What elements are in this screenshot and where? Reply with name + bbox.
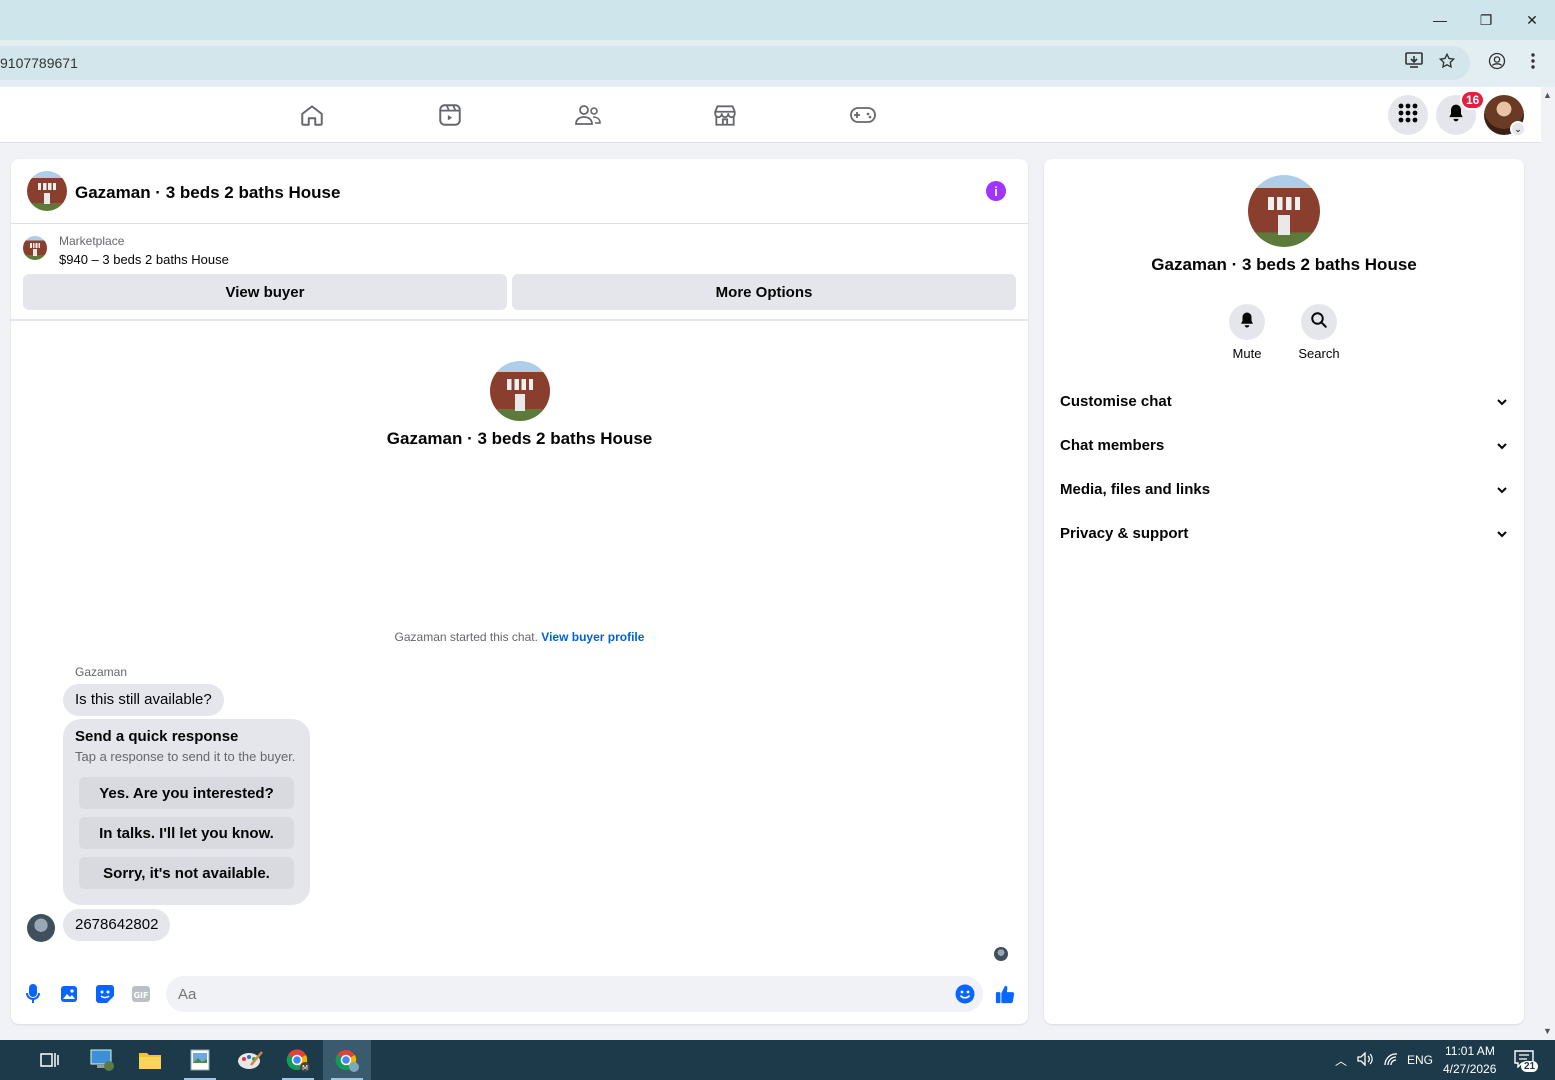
quick-response-option[interactable]: In talks. I'll let you know. [79, 817, 294, 849]
photos-app-icon[interactable] [176, 1040, 224, 1080]
chat-started-notice: Gazaman started this chat. View buyer pr… [11, 630, 1028, 644]
message-bubble[interactable]: 2678642802 [63, 909, 171, 941]
gif-icon[interactable]: GIF [131, 984, 151, 1004]
section-label: Chat members [1060, 436, 1165, 454]
chat-panel: Gazaman · 3 beds 2 baths House i Marketp… [11, 159, 1028, 1024]
browser-titlebar: — ❐ ✕ [0, 0, 1555, 40]
microphone-icon[interactable] [23, 984, 43, 1004]
friends-icon[interactable] [574, 101, 602, 129]
chat-center-name: Gazaman · 3 beds 2 baths House [386, 429, 653, 448]
info-name: Gazaman · 3 beds 2 baths House [1151, 255, 1417, 274]
quick-response-option[interactable]: Yes. Are you interested? [79, 777, 294, 809]
quick-response-card: Send a quick response Tap a response to … [63, 719, 310, 905]
message-composer: GIF [11, 972, 1028, 1016]
seen-receipt-avatar [994, 947, 1008, 961]
mute-label: Mute [1232, 346, 1262, 361]
info-avatar[interactable] [1248, 175, 1320, 247]
scroll-down-arrow[interactable]: ▼ [1543, 1026, 1552, 1036]
chat-title[interactable]: Gazaman · 3 beds 2 baths House [75, 183, 340, 203]
marketplace-label: Marketplace [59, 234, 125, 248]
chrome-profile-m-icon[interactable]: M [274, 1040, 322, 1080]
listing-thumbnail [23, 236, 47, 260]
paint-app-icon[interactable] [226, 1040, 274, 1080]
clock-time[interactable]: 11:01 AM [1445, 1044, 1495, 1058]
this-pc-icon[interactable] [78, 1040, 126, 1080]
chrome-active-icon[interactable] [323, 1040, 371, 1080]
chevron-down-icon [1496, 393, 1508, 410]
facebook-top-nav [0, 87, 1541, 143]
network-icon[interactable] [1383, 1052, 1399, 1069]
menu-grid-button[interactable] [1388, 95, 1428, 135]
emoji-icon[interactable] [955, 984, 975, 1004]
file-explorer-icon[interactable] [126, 1040, 174, 1080]
browser-menu-icon[interactable] [1526, 52, 1540, 75]
close-window-button[interactable]: ✕ [1509, 0, 1555, 40]
thumbs-up-icon[interactable] [995, 984, 1015, 1004]
notification-badge: 16 [1460, 90, 1486, 110]
gaming-icon[interactable] [849, 101, 877, 129]
home-icon[interactable] [298, 101, 326, 129]
section-label: Customise chat [1060, 392, 1172, 410]
sender-avatar[interactable] [27, 914, 55, 942]
install-app-icon[interactable] [1405, 52, 1423, 73]
info-icon[interactable]: i [986, 181, 1006, 201]
message-input[interactable] [166, 976, 983, 1012]
photo-icon[interactable] [59, 984, 79, 1004]
chevron-down-icon [1496, 525, 1508, 542]
notification-center-badge: 21 [1521, 1061, 1539, 1072]
divider [11, 319, 1028, 321]
task-view-icon[interactable] [26, 1040, 74, 1080]
section-media-files-links[interactable]: Media, files and links [1060, 469, 1508, 509]
mute-button[interactable]: Mute [1211, 304, 1283, 361]
profile-account-icon[interactable] [1488, 52, 1506, 75]
chevron-down-icon [1496, 437, 1508, 454]
svg-text:M: M [302, 1064, 308, 1072]
tray-overflow-chevron-icon[interactable]: ︿ [1335, 1052, 1347, 1069]
listing-avatar[interactable] [27, 171, 67, 211]
chat-header: Gazaman · 3 beds 2 baths House i [11, 159, 1028, 224]
clock-date[interactable]: 4/27/2026 [1443, 1062, 1496, 1076]
chat-center-avatar[interactable] [490, 361, 550, 421]
message-text: 2678642802 [75, 916, 159, 933]
started-text: Gazaman started this chat. [394, 630, 538, 644]
speaker-icon[interactable] [1357, 1051, 1373, 1069]
quick-response-title: Send a quick response [75, 728, 239, 745]
listing-summary[interactable]: $940 – 3 beds 2 baths House [59, 252, 229, 267]
message-bubble[interactable]: Is this still available? [63, 684, 224, 716]
view-buyer-button[interactable]: View buyer [23, 274, 507, 310]
search-label: Search [1298, 346, 1340, 361]
quick-response-subtitle: Tap a response to send it to the buyer. [75, 749, 296, 764]
section-label: Media, files and links [1060, 480, 1211, 498]
section-chat-members[interactable]: Chat members [1060, 425, 1508, 465]
marketplace-icon[interactable] [711, 101, 739, 129]
chat-info-panel: Gazaman · 3 beds 2 baths House Mute Sear… [1044, 159, 1524, 1024]
sender-name: Gazaman [75, 665, 128, 679]
section-label: Privacy & support [1060, 524, 1189, 542]
url-text: 9107789671 [0, 55, 78, 71]
view-buyer-profile-link[interactable]: View buyer profile [541, 630, 644, 644]
address-bar[interactable]: 9107789671 [0, 46, 1470, 80]
grid-icon [1398, 103, 1418, 128]
more-options-button[interactable]: More Options [512, 274, 1016, 310]
message-text: Is this still available? [75, 691, 212, 708]
language-indicator[interactable]: ENG [1407, 1053, 1433, 1067]
quick-response-option[interactable]: Sorry, it's not available. [79, 857, 294, 889]
windows-taskbar: M ︿ ENG 11:01 AM 4/27/2026 21 [0, 1040, 1555, 1080]
search-button[interactable]: Search [1283, 304, 1355, 361]
bookmark-star-icon[interactable] [1438, 52, 1456, 75]
scroll-up-arrow[interactable]: ▲ [1543, 90, 1552, 100]
svg-text:GIF: GIF [133, 991, 148, 1000]
chevron-down-icon [1496, 481, 1508, 498]
section-customise-chat[interactable]: Customise chat [1060, 381, 1508, 421]
sticker-icon[interactable] [95, 984, 115, 1004]
minimize-button[interactable]: — [1417, 0, 1463, 40]
browser-toolbar: 9107789671 [0, 40, 1555, 87]
chevron-down-icon[interactable]: ⌄ [1510, 121, 1526, 137]
video-icon[interactable] [436, 101, 464, 129]
bell-icon [1238, 311, 1256, 334]
restore-button[interactable]: ❐ [1463, 0, 1509, 40]
section-privacy-support[interactable]: Privacy & support [1060, 513, 1508, 553]
page-scrollbar[interactable] [1541, 87, 1555, 1040]
search-icon [1310, 311, 1328, 334]
